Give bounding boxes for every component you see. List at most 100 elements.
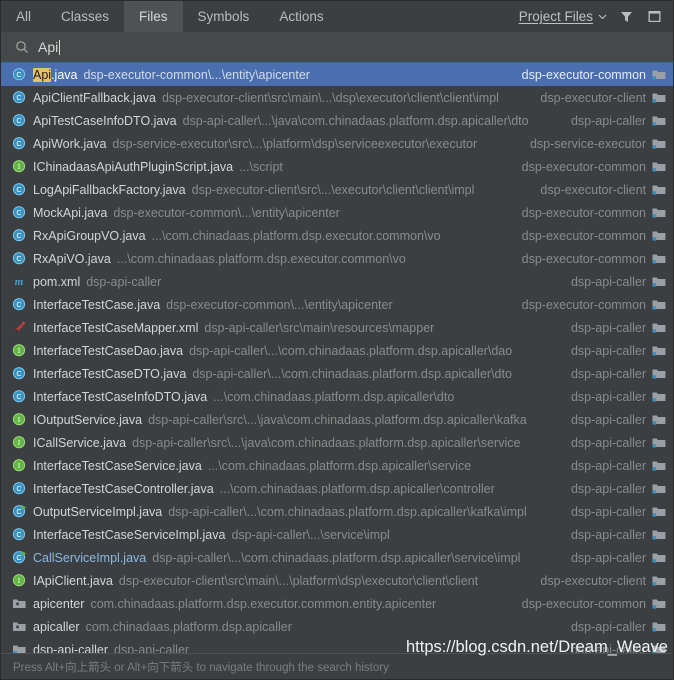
search-icon (15, 40, 29, 54)
module-folder-icon (651, 182, 667, 197)
tab-actions[interactable]: Actions (264, 1, 338, 32)
result-row[interactable]: m pom.xml dsp-api-caller dsp-api-caller (1, 270, 673, 293)
result-module-name: dsp-executor-client (540, 90, 646, 105)
package-folder-icon (12, 619, 27, 634)
module-folder-icon (651, 481, 667, 496)
search-bar[interactable]: Api (1, 32, 673, 63)
java-class-icon: C (12, 297, 27, 312)
result-file-path: dsp-executor-client\src\main\...\dsp\exe… (161, 90, 499, 105)
result-row[interactable]: I InterfaceTestCaseService.java ...\com.ch… (1, 454, 673, 477)
result-file-name: InterfaceTestCaseServiceImpl.java (33, 527, 226, 542)
result-row[interactable]: C LogApiFallbackFactory.java dsp-executor-… (1, 178, 673, 201)
search-input-value: Api (38, 39, 59, 55)
results-list[interactable]: C Api.java dsp-executor-common\...\entity\… (1, 63, 673, 653)
module-folder-icon (651, 136, 667, 151)
result-file-name: apicenter (33, 596, 85, 611)
result-row[interactable]: C OutputServiceImpl.java dsp-api-caller\..… (1, 500, 673, 523)
result-module-name: dsp-api-caller (570, 343, 646, 358)
result-module-name: dsp-api-caller (570, 481, 646, 496)
result-file-path: ...\com.chinadaas.platform.dsp.executor.… (151, 228, 441, 243)
tab-symbols[interactable]: Symbols (183, 1, 265, 32)
result-module-name: dsp-executor-common (521, 205, 646, 220)
svg-text:C: C (16, 484, 22, 493)
java-class-icon: C (12, 389, 27, 404)
result-row[interactable]: apicaller com.chinadaas.platform.dsp.apic… (1, 615, 673, 638)
module-folder-icon (651, 504, 667, 519)
result-row[interactable]: C InterfaceTestCaseInfoDTO.java ...\com.ch… (1, 385, 673, 408)
result-row[interactable]: C InterfaceTestCase.java dsp-executor-comm… (1, 293, 673, 316)
result-row[interactable]: I IApiClient.java dsp-executor-client\src\… (1, 569, 673, 592)
search-input[interactable]: Api (38, 39, 61, 55)
java-class-icon: C (12, 90, 27, 105)
result-module-name: dsp-api-caller (570, 366, 646, 381)
svg-text:C: C (16, 116, 22, 125)
module-folder-icon (651, 550, 667, 565)
svg-text:C: C (16, 553, 22, 562)
result-row[interactable]: C ApiWork.java dsp-service-executor\src\..… (1, 132, 673, 155)
result-row[interactable]: C InterfaceTestCaseDTO.java dsp-api-caller… (1, 362, 673, 385)
footer-hint-bar: Press Alt+向上箭头 or Alt+向下箭头 to navigate t… (1, 653, 673, 679)
module-folder-icon (651, 205, 667, 220)
result-row[interactable]: C InterfaceTestCaseController.java ...\com… (1, 477, 673, 500)
result-row[interactable]: C InterfaceTestCaseServiceImpl.java dsp-ap… (1, 523, 673, 546)
result-module-name: dsp-api-caller (570, 527, 646, 542)
module-folder-icon (651, 366, 667, 381)
result-row[interactable]: I InterfaceTestCaseDao.java dsp-api-caller… (1, 339, 673, 362)
module-icon (12, 642, 27, 653)
result-row[interactable]: C Api.java dsp-executor-common\...\entity\… (1, 63, 673, 86)
result-row[interactable]: apicenter com.chinadaas.platform.dsp.exec… (1, 592, 673, 615)
result-row[interactable]: C MockApi.java dsp-executor-common\...\ent… (1, 201, 673, 224)
maven-pom-icon: m (12, 274, 27, 289)
result-file-path: dsp-service-executor\src\...\platform\ds… (112, 136, 478, 151)
svg-text:C: C (16, 507, 22, 516)
result-row[interactable]: C CallServiceImpl.java dsp-api-caller\...\… (1, 546, 673, 569)
result-module-name: dsp-executor-common (521, 596, 646, 611)
java-interface-icon: I (12, 435, 27, 450)
java-interface-icon: I (12, 412, 27, 427)
svg-text:m: m (15, 276, 24, 288)
module-folder-icon (651, 596, 667, 611)
java-class-icon: C (12, 136, 27, 151)
filter-funnel-icon[interactable] (618, 8, 635, 25)
tab-bar-right-controls: Project Files (519, 1, 673, 32)
tab-all[interactable]: All (1, 1, 46, 32)
result-module-name: dsp-api-caller (570, 550, 646, 565)
search-everywhere-popup: All Classes Files Symbols Actions Projec… (0, 0, 674, 680)
scope-selector[interactable]: Project Files (519, 9, 607, 24)
result-row[interactable]: I ICallService.java dsp-api-caller\src\...… (1, 431, 673, 454)
result-row[interactable]: I IChinadaasApiAuthPluginScript.java ...\s… (1, 155, 673, 178)
module-folder-icon (651, 458, 667, 473)
result-file-path: ...\script (239, 159, 283, 174)
result-row[interactable]: C ApiClientFallback.java dsp-executor-clie… (1, 86, 673, 109)
result-row[interactable]: InterfaceTestCaseMapper.xml dsp-api-calle… (1, 316, 673, 339)
result-module-name: dsp-api-caller (570, 113, 646, 128)
pin-window-icon[interactable] (646, 8, 663, 25)
tab-files[interactable]: Files (124, 1, 183, 32)
result-file-path: dsp-api-caller (86, 274, 162, 289)
result-file-name: InterfaceTestCase.java (33, 297, 161, 312)
result-file-name: IOutputService.java (33, 412, 143, 427)
result-file-name: pom.xml (33, 274, 81, 289)
module-folder-icon (651, 113, 667, 128)
java-class-icon: C (12, 527, 27, 542)
result-module-name: dsp-api-caller (570, 320, 646, 335)
result-file-path: dsp-api-caller\...\com.chinadaas.platfor… (152, 550, 521, 565)
tab-classes[interactable]: Classes (46, 1, 124, 32)
result-file-name: InterfaceTestCaseMapper.xml (33, 320, 199, 335)
module-folder-icon (651, 159, 667, 174)
result-file-path: dsp-executor-common\...\entity\apicenter (83, 67, 310, 82)
match-highlight: Api (33, 67, 52, 82)
result-row[interactable]: C ApiTestCaseInfoDTO.java dsp-api-caller\.… (1, 109, 673, 132)
module-folder-icon (651, 642, 667, 653)
result-file-path: ...\com.chinadaas.platform.dsp.apicaller… (207, 458, 472, 473)
result-row[interactable]: C RxApiGroupVO.java ...\com.chinadaas.plat… (1, 224, 673, 247)
result-row[interactable]: C RxApiVO.java ...\com.chinadaas.platform.… (1, 247, 673, 270)
java-class-runnable-icon: C (12, 504, 27, 519)
module-folder-icon (651, 274, 667, 289)
result-file-name: ApiTestCaseInfoDTO.java (33, 113, 177, 128)
module-folder-icon (651, 619, 667, 634)
result-row[interactable]: I IOutputService.java dsp-api-caller\src\.… (1, 408, 673, 431)
result-file-path: dsp-executor-common\...\entity\apicenter (113, 205, 340, 220)
result-row[interactable]: dsp-api-caller dsp-api-caller dsp-api-call… (1, 638, 673, 653)
java-class-runnable-icon: C (12, 550, 27, 565)
